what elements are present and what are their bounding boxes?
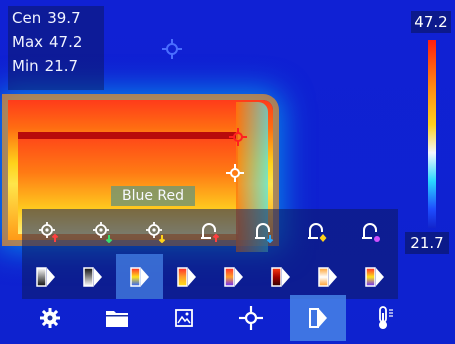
spot-alarm-green-icon[interactable] (76, 209, 130, 254)
palette-fusion-icon[interactable] (304, 254, 351, 299)
temperature-readout: Cen 39.7 Max 47.2 Min 21.7 (8, 6, 104, 90)
palette-blue-red-icon[interactable] (163, 254, 210, 299)
thermometer-icon (373, 305, 397, 331)
max-crosshair-icon (229, 128, 247, 146)
palette-icon-row (22, 254, 398, 299)
bell-alarm-purple-icon[interactable] (344, 209, 398, 254)
settings-button[interactable] (22, 295, 78, 341)
bottom-toolbar (22, 295, 445, 341)
palette-rainbow-hc-icon[interactable] (351, 254, 398, 299)
color-scale-bar (428, 40, 436, 228)
palette-icon (306, 306, 330, 330)
palette-button[interactable] (290, 295, 346, 341)
palette-name-label: Blue Red (111, 186, 195, 206)
image-icon (173, 307, 195, 329)
min-temp-row: Min 21.7 (8, 54, 104, 78)
palette-ironbow-icon[interactable] (210, 254, 257, 299)
scale-max-value: 47.2 (411, 11, 451, 33)
thermometer-button[interactable] (357, 295, 413, 341)
bell-alarm-red-icon[interactable] (183, 209, 237, 254)
center-temp-value: 39.7 (47, 9, 81, 27)
center-temp-label: Cen (12, 9, 42, 27)
folder-icon (104, 307, 130, 329)
crosshair-button[interactable] (223, 295, 279, 341)
bell-alarm-yellow-icon[interactable] (291, 209, 345, 254)
spot-crosshair-icon (226, 164, 244, 182)
alarm-icon-row (22, 209, 398, 254)
palette-red-hot-icon[interactable] (257, 254, 304, 299)
thermal-camera-screen: Cen 39.7 Max 47.2 Min 21.7 47.2 21.7 Blue (0, 0, 455, 344)
max-temp-label: Max (12, 33, 44, 51)
center-temp-row: Cen 39.7 (8, 6, 104, 30)
min-temp-value: 21.7 (44, 57, 79, 75)
image-button[interactable] (156, 295, 212, 341)
min-temp-label: Min (12, 57, 39, 75)
palette-white-hot-icon[interactable] (22, 254, 69, 299)
crosshair-icon (238, 305, 264, 331)
spot-alarm-yellow-icon[interactable] (129, 209, 183, 254)
scale-min-value: 21.7 (405, 232, 449, 254)
folder-button[interactable] (89, 295, 145, 341)
spot-alarm-red-icon[interactable] (22, 209, 76, 254)
center-crosshair-icon (162, 39, 182, 59)
palette-alarm-panel (22, 209, 398, 299)
palette-black-hot-icon[interactable] (69, 254, 116, 299)
palette-rainbow-icon[interactable] (116, 254, 163, 299)
settings-icon (39, 307, 61, 329)
max-temp-value: 47.2 (49, 33, 83, 51)
bell-alarm-blue-icon[interactable] (237, 209, 291, 254)
max-temp-row: Max 47.2 (8, 30, 104, 54)
